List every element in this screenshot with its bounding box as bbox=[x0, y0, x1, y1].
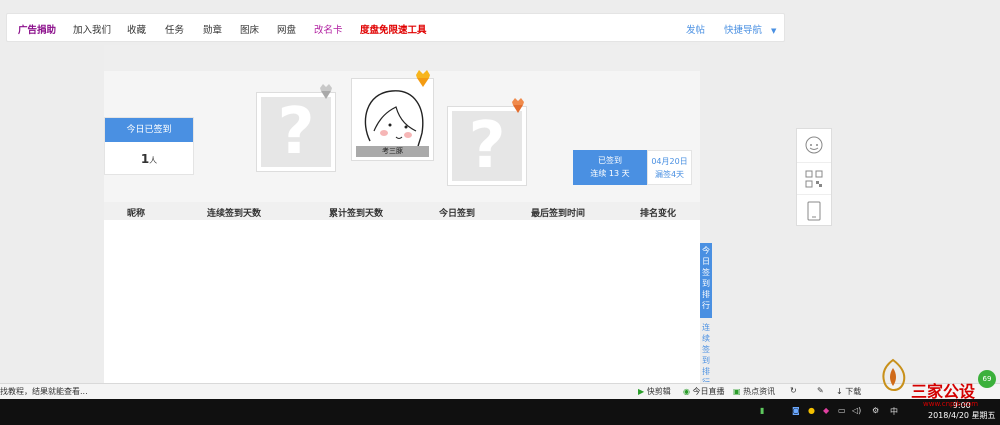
quick-nav-label: 快捷导航 bbox=[724, 25, 763, 36]
tab-today-ranking[interactable]: 今日签到排行 bbox=[700, 243, 712, 318]
col-consecutive-days: 连续签到天数 bbox=[207, 209, 262, 219]
face-icon bbox=[805, 136, 823, 154]
browser-status-bar: 找教程，结果就能查看... ▶ 快剪辑 ◉ 今日直播 ▣ 热点资讯 ↻ ✎ ↓ … bbox=[0, 383, 1000, 399]
site-watermark: 三家公设 www.cnpjb.com 69 bbox=[873, 356, 998, 416]
today-signed-title: 今日已签到 bbox=[105, 118, 193, 142]
user-drawing-avatar bbox=[364, 90, 424, 148]
today-signed-card: 今日已签到 1人 bbox=[104, 117, 194, 175]
col-today-sign: 今日签到 bbox=[439, 209, 476, 219]
live-icon: ◉ bbox=[683, 387, 690, 396]
third-place-avatar[interactable]: ? bbox=[447, 106, 527, 186]
signed-status-button[interactable]: 已签到 连续 13 天 bbox=[573, 150, 647, 185]
network-icon[interactable]: ▭ bbox=[838, 406, 846, 415]
tab-consecutive-ranking[interactable]: 连续签到排行 bbox=[700, 322, 712, 382]
watermark-logo-icon bbox=[882, 358, 906, 391]
qr-code-icon bbox=[805, 170, 823, 188]
silver-crown-icon bbox=[320, 84, 332, 99]
nav-item-image-host[interactable]: 图床 bbox=[240, 22, 259, 36]
tab-consecutive-ranking-label: 连续签到排行 bbox=[702, 323, 710, 382]
nav-item-medals[interactable]: 勋章 bbox=[203, 22, 222, 36]
tray-app2-icon[interactable]: ● bbox=[808, 406, 815, 415]
today-signed-count: 1人 bbox=[140, 152, 158, 166]
watermark-url: www.cnpjb.com bbox=[923, 400, 979, 408]
first-place-name: 考三豚 bbox=[356, 146, 429, 157]
taskbar: ▮ ◙ ● ◆ ▭ ◁) ⚙ 中 bbox=[0, 399, 1000, 425]
nav-item-rename-card[interactable]: 改名卡 bbox=[314, 22, 343, 36]
signed-status-label: 已签到 bbox=[598, 156, 622, 165]
nav-item-netdisk[interactable]: 网盘 bbox=[277, 22, 296, 36]
caret-down-icon: ▼ bbox=[771, 27, 777, 35]
bronze-crown-icon bbox=[512, 98, 524, 113]
status-text: 找教程，结果就能查看... bbox=[0, 387, 88, 396]
col-last-sign-time: 最后签到时间 bbox=[531, 209, 586, 219]
hot-news-button[interactable]: ▣ 热点资讯 bbox=[733, 386, 775, 397]
score-badge[interactable]: 69 bbox=[978, 370, 996, 388]
news-icon: ▣ bbox=[733, 387, 741, 396]
refresh-icon[interactable]: ↻ bbox=[790, 386, 797, 395]
qr-code-button[interactable] bbox=[797, 162, 831, 195]
tray-app3-icon[interactable]: ◆ bbox=[823, 406, 829, 415]
nav-item-favorites[interactable]: 收藏 bbox=[127, 22, 146, 36]
tab-today-ranking-label: 今日签到排行 bbox=[702, 246, 710, 310]
nav-item-tasks[interactable]: 任务 bbox=[165, 22, 184, 36]
panel-header-strip bbox=[104, 45, 700, 71]
live-button[interactable]: ◉ 今日直播 bbox=[683, 386, 725, 397]
play-icon: ▶ bbox=[638, 387, 645, 396]
missed-days: 漏签4天 bbox=[654, 170, 685, 179]
tray-app-icon[interactable]: ◙ bbox=[792, 406, 800, 415]
download-button[interactable]: ↓ 下载 bbox=[836, 386, 861, 397]
floating-toolbar bbox=[796, 128, 832, 226]
col-total-days: 累计签到天数 bbox=[329, 209, 384, 219]
today-date: 04月20日 bbox=[651, 157, 688, 166]
download-icon: ↓ bbox=[836, 387, 843, 396]
quick-clip-button[interactable]: ▶ 快剪辑 bbox=[638, 386, 671, 397]
date-box: 04月20日 漏签4天 bbox=[647, 150, 692, 185]
nav-item-ads[interactable]: 广告捐助 bbox=[18, 22, 56, 36]
customer-service-button[interactable] bbox=[797, 129, 831, 161]
mobile-button[interactable] bbox=[797, 194, 831, 227]
volume-icon[interactable]: ◁) bbox=[852, 406, 861, 415]
pin-icon[interactable]: ✎ bbox=[817, 386, 824, 395]
first-place-avatar[interactable]: 考三豚 bbox=[351, 78, 434, 161]
battery-icon[interactable]: ▮ bbox=[760, 406, 764, 415]
ranking-table-body bbox=[104, 220, 700, 385]
ranking-table-header: 昵称 连续签到天数 累计签到天数 今日签到 最后签到时间 排名变化 bbox=[104, 202, 700, 220]
nav-item-speed-tool[interactable]: 度盘免限速工具 bbox=[360, 22, 427, 36]
mobile-phone-icon bbox=[807, 201, 821, 221]
quick-nav-link[interactable]: 快捷导航 ▼ bbox=[724, 22, 776, 36]
watermark-text: 三家公设 bbox=[911, 382, 976, 401]
placeholder-avatar-icon: ? bbox=[261, 95, 331, 169]
nav-item-join[interactable]: 加入我们 bbox=[73, 22, 111, 36]
top-nav: 广告捐助 加入我们 收藏 任务 勋章 图床 网盘 改名卡 度盘免限速工具 发帖 … bbox=[6, 13, 785, 42]
consecutive-days-label: 连续 13 天 bbox=[590, 169, 630, 178]
second-place-avatar[interactable]: ? bbox=[256, 92, 336, 172]
gold-crown-icon bbox=[416, 70, 430, 87]
placeholder-avatar-icon: ? bbox=[452, 109, 522, 183]
post-link[interactable]: 发帖 bbox=[686, 22, 705, 36]
col-nickname: 昵称 bbox=[127, 209, 146, 219]
col-rank-change: 排名变化 bbox=[640, 209, 677, 219]
